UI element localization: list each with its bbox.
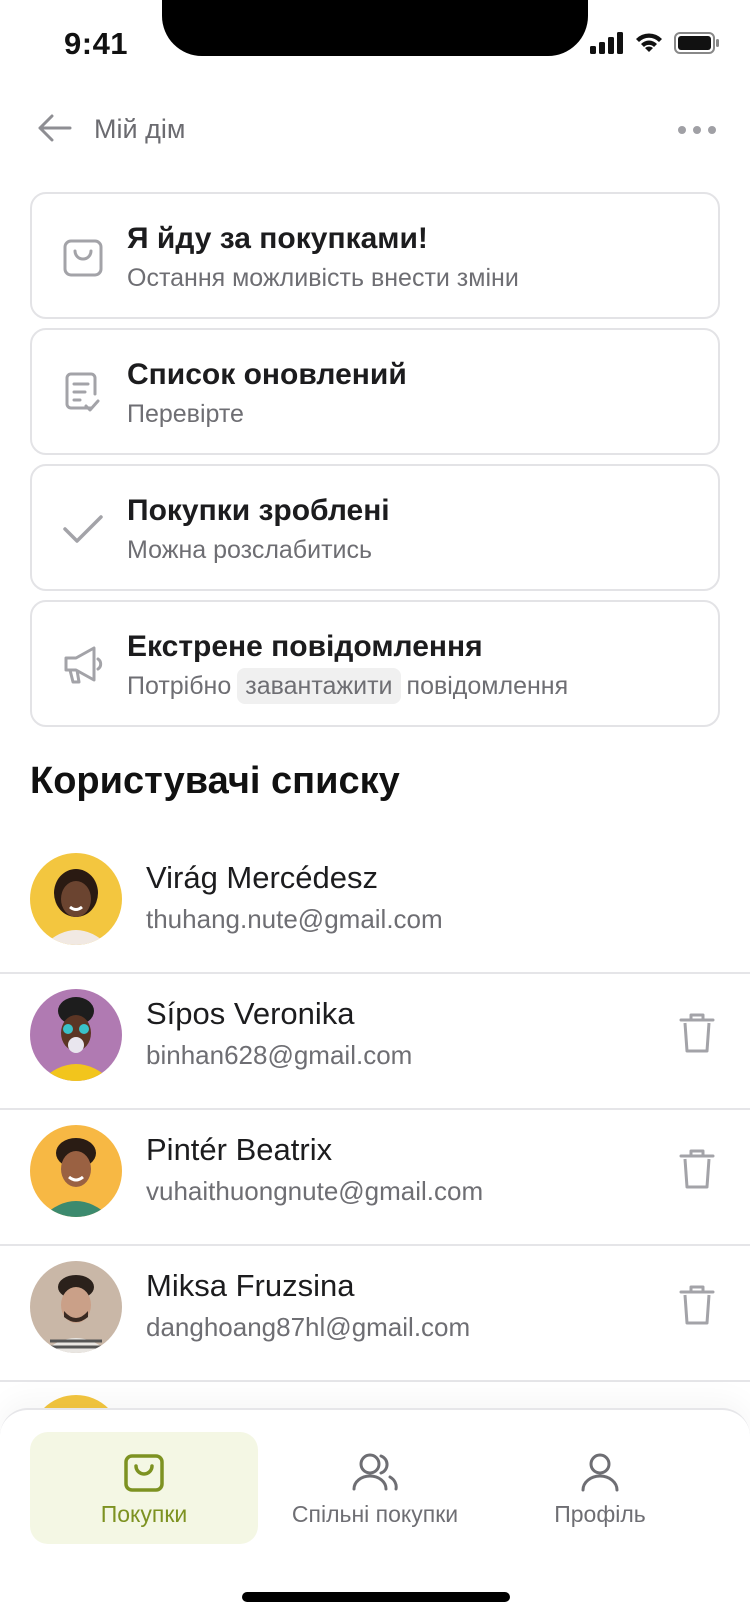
list-item[interactable]: Sípos Veronika binhan628@gmail.com (0, 974, 750, 1110)
delete-user-button[interactable] (674, 1148, 720, 1194)
more-options-button[interactable] (674, 116, 720, 146)
user-email: binhan628@gmail.com (146, 1040, 413, 1070)
card-emergency-message[interactable]: Екстрене повідомлення Потрібно завантажит… (30, 600, 720, 727)
card-title: Список оновлений (127, 358, 407, 391)
tab-shopping[interactable]: Покупки (30, 1432, 258, 1544)
user-icon (577, 1449, 623, 1495)
back-button[interactable] (34, 110, 74, 150)
section-title-list-users: Користувачі списку (30, 760, 400, 802)
home-indicator (242, 1592, 510, 1602)
card-title: Екстрене повідомлення (127, 630, 483, 663)
tab-profile[interactable]: Профіль (500, 1432, 700, 1544)
users-icon (352, 1449, 398, 1495)
avatar (30, 989, 122, 1081)
upload-link-chip[interactable]: завантажити (237, 668, 401, 704)
card-subtitle: Остання можливість внести зміни (127, 264, 519, 292)
notification-cards: Я йду за покупками! Остання можливість в… (30, 192, 720, 736)
user-email: thuhang.nute@gmail.com (146, 904, 443, 934)
more-horizontal-icon (677, 122, 717, 140)
status-time: 9:41 (64, 26, 129, 61)
shopping-bag-icon (58, 232, 108, 282)
card-list-updated[interactable]: Список оновлений Перевірте (30, 328, 720, 455)
trash-icon (677, 1283, 717, 1332)
device-notch (162, 0, 588, 56)
avatar (30, 1125, 122, 1217)
subtitle-text: повідомлення (406, 672, 569, 700)
list-item[interactable]: Virág Mercédesz thuhang.nute@gmail.com (0, 838, 750, 974)
signal-icon (590, 32, 624, 59)
card-going-shopping[interactable]: Я йду за покупками! Остання можливість в… (30, 192, 720, 319)
users-list: Virág Mercédesz thuhang.nute@gmail.com S… (0, 838, 750, 1382)
trash-icon (677, 1147, 717, 1196)
shopping-bag-icon (121, 1449, 167, 1495)
trash-icon (677, 1011, 717, 1060)
battery-icon (674, 32, 720, 59)
tab-label: Профіль (554, 1500, 646, 1527)
delete-user-button[interactable] (674, 1012, 720, 1058)
card-title: Покупки зроблені (127, 494, 390, 527)
card-shopping-done[interactable]: Покупки зроблені Можна розслабитись (30, 464, 720, 591)
page-title: Мій дім (94, 114, 186, 144)
tab-label: Покупки (100, 1500, 188, 1527)
wifi-icon (634, 32, 664, 59)
checklist-icon (58, 368, 108, 418)
megaphone-icon (58, 640, 108, 690)
user-email: vuhaithuongnute@gmail.com (146, 1176, 484, 1206)
user-name: Sípos Veronika (146, 996, 355, 1031)
list-item[interactable]: Pintér Beatrix vuhaithuongnute@gmail.com (0, 1110, 750, 1246)
subtitle-text: Потрібно (127, 672, 232, 700)
card-subtitle: Перевірте (127, 400, 244, 428)
card-subtitle: Можна розслабитись (127, 536, 373, 564)
status-icons (590, 32, 720, 59)
list-item[interactable]: Miksa Fruzsina danghoang87hl@gmail.com (0, 1246, 750, 1382)
user-name: Pintér Beatrix (146, 1132, 333, 1167)
status-bar: 9:41 (0, 0, 750, 94)
card-subtitle: Потрібно завантажити повідомлення (127, 668, 569, 704)
tab-shared-shopping[interactable]: Спільні покупки (268, 1432, 482, 1544)
check-icon (58, 504, 108, 554)
tab-label: Спільні покупки (291, 1500, 459, 1527)
card-title: Я йду за покупками! (127, 222, 428, 255)
user-email: danghoang87hl@gmail.com (146, 1312, 471, 1342)
user-name: Miksa Fruzsina (146, 1268, 355, 1303)
user-name: Virág Mercédesz (146, 860, 379, 895)
delete-user-button[interactable] (674, 1284, 720, 1330)
arrow-left-icon (36, 113, 72, 148)
avatar (30, 853, 122, 945)
top-nav-header: Мій дім (0, 94, 750, 184)
avatar (30, 1261, 122, 1353)
